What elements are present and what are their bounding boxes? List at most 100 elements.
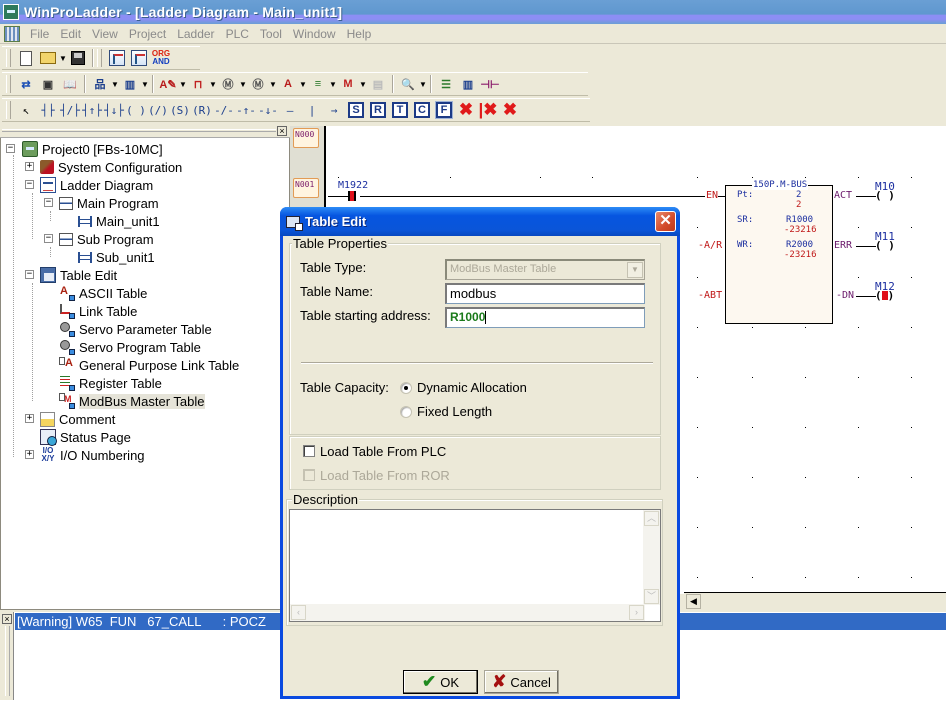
load-from-plc-checkbox[interactable] [303, 445, 315, 457]
toolbar-grip[interactable] [97, 49, 102, 67]
fixed-length-radio[interactable] [400, 406, 412, 418]
ascii-table-button[interactable]: A✎ [157, 74, 179, 94]
dropdown-arrow[interactable]: ▼ [239, 80, 247, 89]
table-name-input[interactable]: modbus [445, 283, 645, 304]
menu-project[interactable]: Project [125, 27, 173, 41]
pulse-down-tool[interactable]: -↓- [257, 100, 279, 120]
dropdown-arrow[interactable]: ▼ [269, 80, 277, 89]
tree-item-general-purpose-link-table[interactable]: A General Purpose Link Table [59, 356, 239, 374]
tree-item-register-table[interactable]: Register Table [59, 374, 162, 392]
link-table-button[interactable]: ⊓ [187, 74, 209, 94]
tree-close-button[interactable]: × [277, 126, 287, 136]
ladder-window-button[interactable] [128, 48, 150, 68]
register-query-button[interactable]: ☰ [435, 74, 457, 94]
book-button[interactable]: 📖 [59, 74, 81, 94]
set-box-tool[interactable]: S [345, 100, 367, 120]
coil-set-tool[interactable]: (S) [169, 100, 191, 120]
menu-tool[interactable]: Tool [256, 27, 289, 41]
coil-m12[interactable]: () [875, 289, 894, 302]
counter-box-tool[interactable]: C [411, 100, 433, 120]
tree-item-ascii-table[interactable]: A ASCII Table [59, 284, 147, 302]
tree-item-servo-parameter-table[interactable]: Servo Parameter Table [59, 320, 212, 338]
dropdown-arrow[interactable]: ▼ [299, 80, 307, 89]
dropdown-arrow[interactable]: ▼ [111, 80, 119, 89]
status-page-button[interactable]: 🔍 [397, 74, 419, 94]
delete-horizontal-tool[interactable]: ✖ [499, 100, 521, 120]
collapse-icon[interactable]: − [44, 198, 53, 207]
tree-item-io-numbering[interactable]: + I/O X/Y I/O Numbering [25, 446, 145, 464]
open-file-button[interactable] [37, 48, 59, 68]
collapse-icon[interactable]: − [6, 144, 15, 153]
ladder-horizontal-scrollbar[interactable]: ◀ [684, 592, 946, 609]
dropdown-arrow[interactable]: ▼ [329, 80, 337, 89]
scroll-down-icon[interactable]: ﹀ [644, 589, 659, 604]
open-dropdown-arrow[interactable]: ▼ [59, 54, 67, 63]
toolbar-grip[interactable] [6, 75, 11, 93]
org-and-button[interactable]: ORG AND [150, 48, 172, 68]
network-label[interactable]: N000 [293, 128, 319, 148]
dynamic-allocation-label[interactable]: Dynamic Allocation [417, 380, 527, 395]
tree-item-main-program[interactable]: − Main Program [44, 194, 159, 212]
network-label[interactable]: N001 [293, 178, 319, 198]
pulse-up-tool[interactable]: -↑- [235, 100, 257, 120]
collapse-icon[interactable]: − [44, 234, 53, 243]
output-close-button[interactable]: × [2, 614, 12, 624]
menu-view[interactable]: View [88, 27, 125, 41]
tree-item-sub-unit1[interactable]: Sub_unit1 [78, 248, 155, 266]
function-block-modbus[interactable] [725, 185, 833, 324]
dropdown-arrow[interactable]: ▼ [419, 80, 427, 89]
tree-item-comment[interactable]: + Comment [25, 410, 115, 428]
tree-panel-header[interactable] [0, 126, 290, 138]
general-link-button[interactable]: A [277, 74, 299, 94]
ladder-query-button[interactable]: ▥ [457, 74, 479, 94]
tree-item-table-edit[interactable]: − Table Edit [25, 266, 117, 284]
delete-vertical-tool[interactable]: |✖ [477, 100, 499, 120]
sub-program-button[interactable]: ▥ [119, 74, 141, 94]
ok-button[interactable]: ✔ OK [403, 670, 478, 694]
dropdown-arrow[interactable]: ▼ [209, 80, 217, 89]
description-textarea[interactable]: ︿ ﹀ ‹ › [289, 509, 661, 622]
tree-item-modbus-master-table[interactable]: M ModBus Master Table [59, 392, 205, 410]
scroll-left-icon[interactable]: ◀ [686, 594, 701, 609]
contact-query-button[interactable]: ⊣⊢ [479, 74, 501, 94]
register-table-button[interactable]: ≡ [307, 74, 329, 94]
description-vertical-scrollbar[interactable]: ︿ ﹀ [643, 510, 660, 605]
coil-reset-tool[interactable]: (R) [191, 100, 213, 120]
plc-chip-button[interactable]: ▣ [37, 74, 59, 94]
arrow-right-tool[interactable]: → [323, 100, 345, 120]
tree-item-project[interactable]: − Project0 [FBs-10MC] [6, 140, 163, 158]
contact-up-tool[interactable]: ┤↑├ [81, 100, 103, 120]
dropdown-arrow[interactable]: ▼ [359, 80, 367, 89]
tree-item-link-table[interactable]: Link Table [59, 302, 137, 320]
project-window-button[interactable] [106, 48, 128, 68]
expand-icon[interactable]: + [25, 450, 34, 459]
servo-parameter-button[interactable]: Ⓜ [217, 74, 239, 94]
servo-program-button[interactable]: Ⓜ [247, 74, 269, 94]
reset-box-tool[interactable]: R [367, 100, 389, 120]
dropdown-arrow[interactable]: ▼ [179, 80, 187, 89]
fixed-length-label[interactable]: Fixed Length [417, 404, 492, 419]
collapse-icon[interactable]: − [25, 180, 34, 189]
contact-down-tool[interactable]: ┤↓├ [103, 100, 125, 120]
tree-item-sub-program[interactable]: − Sub Program [44, 230, 154, 248]
dropdown-arrow[interactable]: ▼ [141, 80, 149, 89]
toolbar-grip[interactable] [6, 49, 11, 67]
scroll-up-icon[interactable]: ︿ [644, 511, 659, 526]
vertical-line-tool[interactable]: | [301, 100, 323, 120]
delete-tool[interactable]: ✖ [455, 100, 477, 120]
menu-window[interactable]: Window [289, 27, 343, 41]
description-horizontal-scrollbar[interactable]: ‹ › [290, 604, 645, 621]
load-from-plc-label[interactable]: Load Table From PLC [320, 444, 446, 459]
contact-m1922[interactable] [348, 191, 356, 201]
new-file-button[interactable] [15, 48, 37, 68]
coil-inverse-tool[interactable]: (/) [147, 100, 169, 120]
pointer-tool[interactable]: ↖ [15, 100, 37, 120]
menu-plc[interactable]: PLC [222, 27, 256, 41]
tree-item-ladder-diagram[interactable]: − Ladder Diagram [25, 176, 153, 194]
collapse-icon[interactable]: − [25, 270, 34, 279]
menu-help[interactable]: Help [343, 27, 379, 41]
toolbar-grip[interactable] [6, 101, 11, 119]
scroll-right-icon[interactable]: › [629, 605, 644, 620]
modbus-table-button[interactable]: M [337, 74, 359, 94]
cancel-button[interactable]: ✘ Cancel [484, 670, 559, 694]
